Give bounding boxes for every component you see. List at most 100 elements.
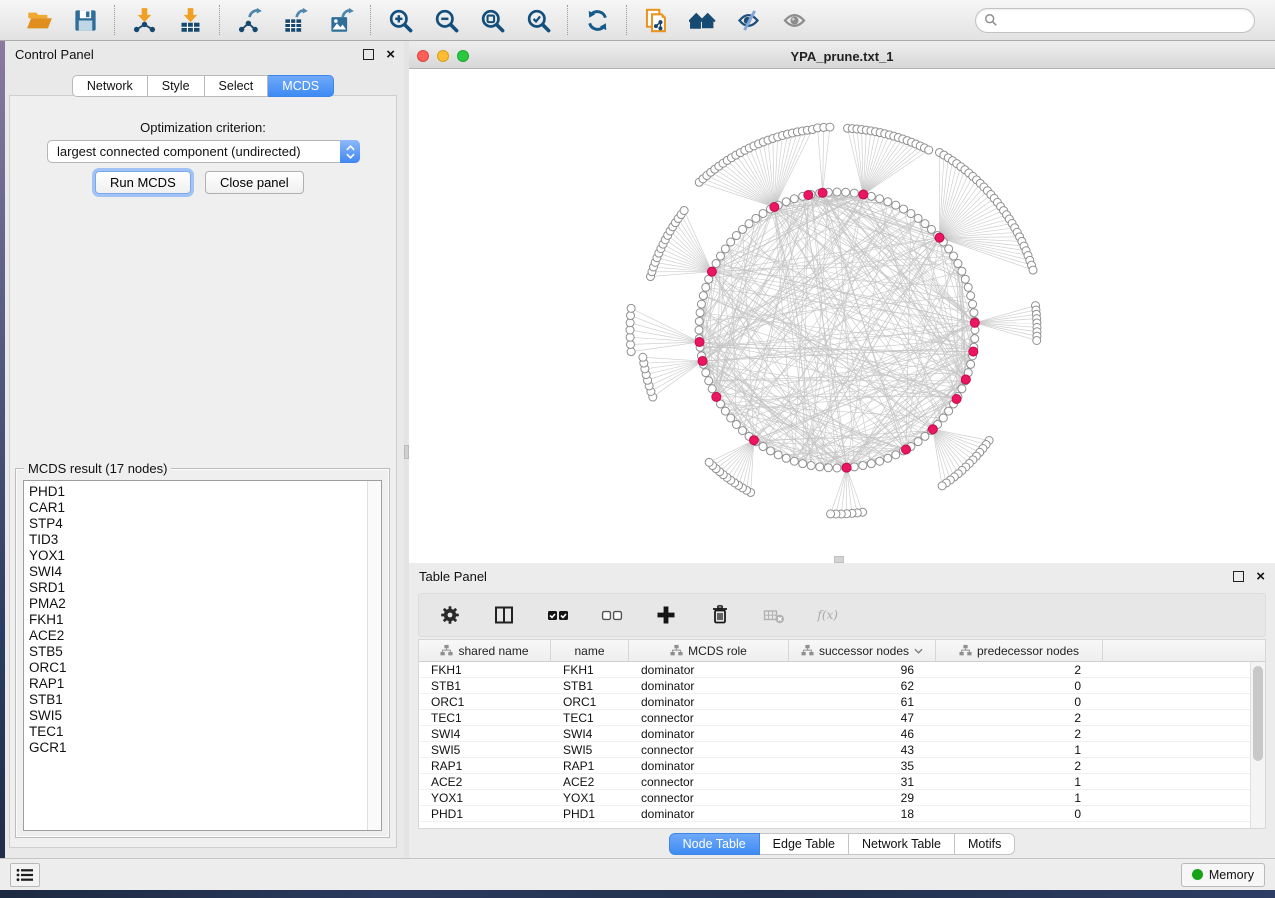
table-row[interactable]: YOX1YOX1connector291	[419, 790, 1265, 806]
mcds-result-item[interactable]: ORC1	[24, 660, 381, 676]
mcds-result-item[interactable]: FKH1	[24, 612, 381, 628]
mcds-result-item[interactable]: RAP1	[24, 676, 381, 692]
tree-icon	[440, 644, 453, 657]
mcds-result-item[interactable]: STP4	[24, 516, 381, 532]
export-network-icon[interactable]	[234, 5, 264, 35]
table-row[interactable]: ACE2ACE2connector311	[419, 774, 1265, 790]
table-cell: FKH1	[551, 663, 629, 677]
mcds-result-item[interactable]: ACE2	[24, 628, 381, 644]
column-header-predecessor-nodes[interactable]: predecessor nodes	[936, 640, 1103, 661]
table-cell: TEC1	[551, 711, 629, 725]
column-header-shared-name[interactable]: shared name	[419, 640, 551, 661]
float-panel-icon[interactable]	[363, 49, 374, 60]
import-table-icon[interactable]	[175, 5, 205, 35]
table-cell: ORC1	[551, 695, 629, 709]
tab-style[interactable]: Style	[148, 75, 205, 97]
mcds-result-item[interactable]: SWI5	[24, 708, 381, 724]
deselect-all-icon[interactable]	[597, 600, 627, 630]
optimization-criterion-select[interactable]: largest connected component (undirected)	[47, 140, 360, 163]
memory-label: Memory	[1209, 868, 1254, 882]
horizontal-splitter-handle[interactable]	[834, 556, 844, 563]
show-columns-icon[interactable]	[489, 600, 519, 630]
tab-mcds[interactable]: MCDS	[268, 75, 334, 97]
mcds-result-item[interactable]: SRD1	[24, 580, 381, 596]
table-row[interactable]: ORC1ORC1dominator610	[419, 694, 1265, 710]
network-canvas[interactable]	[409, 69, 1275, 562]
select-all-icon[interactable]	[543, 600, 573, 630]
network-window-titlebar[interactable]: YPA_prune.txt_1	[409, 44, 1275, 69]
table-cell: 47	[789, 711, 936, 725]
zoom-fit-icon[interactable]	[477, 5, 507, 35]
search-field[interactable]	[975, 8, 1255, 33]
node-table-header: shared name name MCDS role successor nod…	[419, 640, 1265, 662]
tab-node-table[interactable]: Node Table	[669, 833, 760, 855]
delete-column-icon[interactable]	[705, 600, 735, 630]
zoom-in-icon[interactable]	[385, 5, 415, 35]
export-table-icon[interactable]	[280, 5, 310, 35]
select-stepper-icon	[340, 140, 360, 163]
search-input[interactable]	[1003, 13, 1246, 27]
close-panel-button[interactable]: Close panel	[205, 171, 304, 194]
tab-edge-table[interactable]: Edge Table	[760, 833, 849, 855]
tab-motifs[interactable]: Motifs	[955, 833, 1015, 855]
table-cell: 2	[936, 727, 1103, 741]
tab-network-table[interactable]: Network Table	[849, 833, 955, 855]
mcds-list-scrollbar[interactable]	[367, 481, 381, 830]
tab-select[interactable]: Select	[205, 75, 269, 97]
table-row[interactable]: RAP1RAP1dominator352	[419, 758, 1265, 774]
table-cell: ACE2	[419, 775, 551, 789]
run-mcds-button[interactable]: Run MCDS	[95, 171, 191, 194]
control-panel-title: Control Panel	[15, 47, 94, 62]
table-cell: dominator	[629, 695, 789, 709]
mcds-result-item[interactable]: TEC1	[24, 724, 381, 740]
open-file-icon[interactable]	[24, 5, 54, 35]
table-scrollbar-thumb[interactable]	[1253, 666, 1263, 761]
tree-icon	[670, 644, 683, 657]
mcds-result-list[interactable]: PHD1CAR1STP4TID3YOX1SWI4SRD1PMA2FKH1ACE2…	[23, 480, 382, 831]
mcds-result-item[interactable]: PHD1	[24, 484, 381, 500]
table-cell: 43	[789, 743, 936, 757]
table-row[interactable]: STB1STB1dominator620	[419, 678, 1265, 694]
table-cell: connector	[629, 791, 789, 805]
tab-network[interactable]: Network	[72, 75, 148, 97]
table-settings-gear-icon[interactable]	[435, 600, 465, 630]
task-history-button[interactable]	[10, 863, 40, 887]
clone-network-icon[interactable]	[641, 5, 671, 35]
close-panel-icon[interactable]: ×	[386, 49, 395, 60]
float-table-panel-icon[interactable]	[1233, 571, 1244, 582]
home-icon[interactable]	[687, 5, 717, 35]
memory-button[interactable]: Memory	[1181, 863, 1265, 887]
table-scrollbar[interactable]	[1250, 662, 1265, 828]
table-cell: 35	[789, 759, 936, 773]
zoom-out-icon[interactable]	[431, 5, 461, 35]
table-cell: 1	[936, 775, 1103, 789]
zoom-selected-icon[interactable]	[523, 5, 553, 35]
table-cell: SWI5	[551, 743, 629, 757]
table-row[interactable]: PHD1PHD1dominator180	[419, 806, 1265, 822]
table-row[interactable]: SWI4SWI4dominator462	[419, 726, 1265, 742]
mcds-result-item[interactable]: CAR1	[24, 500, 381, 516]
hide-graphics-icon[interactable]	[733, 5, 763, 35]
mcds-result-item[interactable]: TID3	[24, 532, 381, 548]
export-image-icon[interactable]	[326, 5, 356, 35]
table-row[interactable]: SWI5SWI5connector431	[419, 742, 1265, 758]
close-table-panel-icon[interactable]: ×	[1256, 571, 1265, 582]
mcds-result-item[interactable]: GCR1	[24, 740, 381, 756]
add-column-icon[interactable]	[651, 600, 681, 630]
refresh-icon[interactable]	[582, 5, 612, 35]
mcds-result-item[interactable]: PMA2	[24, 596, 381, 612]
mcds-result-item[interactable]: STB5	[24, 644, 381, 660]
save-session-icon[interactable]	[70, 5, 100, 35]
table-row[interactable]: FKH1FKH1dominator962	[419, 662, 1265, 678]
table-cell: PHD1	[419, 807, 551, 821]
mcds-result-item[interactable]: YOX1	[24, 548, 381, 564]
table-cell: 29	[789, 791, 936, 805]
column-header-successor-nodes[interactable]: successor nodes	[789, 640, 936, 661]
table-row[interactable]: TEC1TEC1connector472	[419, 710, 1265, 726]
table-cell: 61	[789, 695, 936, 709]
column-header-mcds-role[interactable]: MCDS role	[629, 640, 789, 661]
mcds-result-item[interactable]: SWI4	[24, 564, 381, 580]
import-network-icon[interactable]	[129, 5, 159, 35]
mcds-result-item[interactable]: STB1	[24, 692, 381, 708]
column-header-name[interactable]: name	[551, 640, 629, 661]
